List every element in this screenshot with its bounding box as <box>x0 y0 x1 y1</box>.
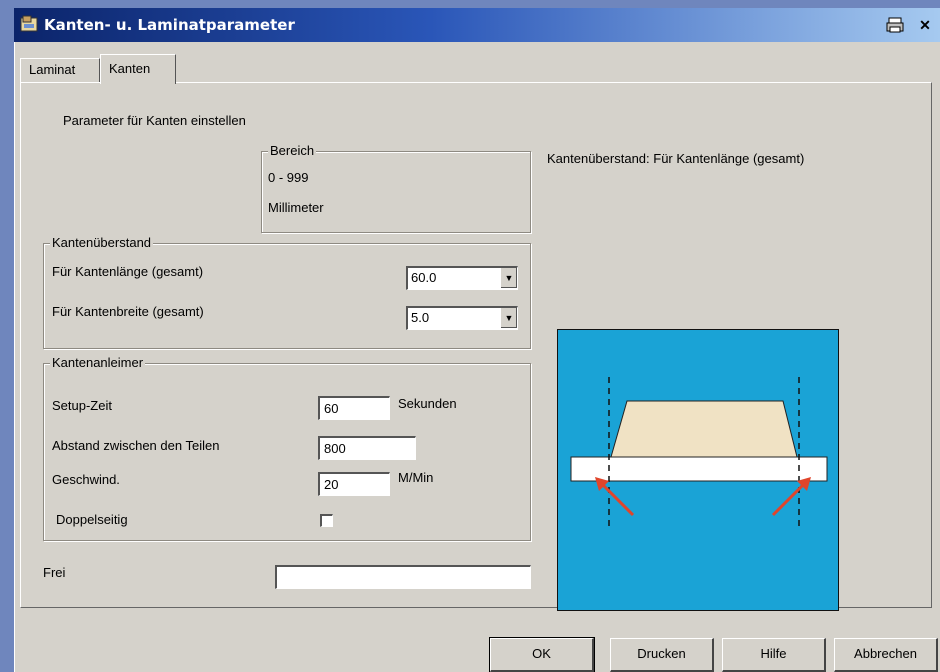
tab-laminat[interactable]: Laminat <box>20 58 100 82</box>
abbrechen-button[interactable]: Abbrechen <box>834 638 938 672</box>
kantenlaenge-label: Für Kantenlänge (gesamt) <box>52 264 204 279</box>
window-title: Kanten- u. Laminatparameter <box>44 16 295 34</box>
tab-kanten[interactable]: Kanten <box>100 54 176 84</box>
title-bar[interactable]: Kanten- u. Laminatparameter ✕ <box>14 8 940 42</box>
chevron-down-icon[interactable]: ▼ <box>500 308 517 328</box>
app-icon <box>20 15 38 32</box>
kantenbreite-select[interactable]: 5.0 ▼ <box>406 306 518 330</box>
illustration-caption: Kantenüberstand: Für Kantenlänge (gesamt… <box>547 151 805 166</box>
setup-zeit-input[interactable]: 60 <box>318 396 390 420</box>
close-icon[interactable]: ✕ <box>916 16 934 34</box>
bereich-unit: Millimeter <box>268 200 324 215</box>
kantenbreite-label: Für Kantenbreite (gesamt) <box>52 304 204 319</box>
frei-label: Frei <box>43 565 66 580</box>
geschwind-input[interactable]: 20 <box>318 472 390 496</box>
kantenanleimer-legend: Kantenanleimer <box>50 355 146 370</box>
kantenlaenge-value: 60.0 <box>411 270 437 285</box>
geschwind-unit: M/Min <box>398 470 434 485</box>
kantenueberstand-legend: Kantenüberstand <box>50 235 154 250</box>
panel-heading: Parameter für Kanten einstellen <box>63 113 246 128</box>
bereich-group: Bereich 0 - 999 Millimeter <box>261 143 531 233</box>
abstand-label: Abstand zwischen den Teilen <box>52 438 220 453</box>
doppelseitig-checkbox[interactable] <box>320 514 333 527</box>
dialog-window: Kanten- u. Laminatparameter ✕ Laminat Ka… <box>14 8 940 672</box>
setup-zeit-label: Setup-Zeit <box>52 398 112 413</box>
tab-laminat-label: Laminat <box>29 62 76 77</box>
bereich-range: 0 - 999 <box>268 170 309 185</box>
edge-overhang-illustration <box>557 329 839 611</box>
print-icon[interactable] <box>886 16 904 34</box>
tab-panel-kanten: Parameter für Kanten einstellen Bereich … <box>20 82 932 611</box>
abstand-input[interactable]: 800 <box>318 436 416 460</box>
doppelseitig-label: Doppelseitig <box>56 512 128 527</box>
setup-zeit-unit: Sekunden <box>398 396 457 411</box>
bereich-legend: Bereich <box>268 143 317 158</box>
drucken-button[interactable]: Drucken <box>610 638 714 672</box>
tab-kanten-label: Kanten <box>109 61 151 76</box>
geschwind-label: Geschwind. <box>52 472 120 487</box>
hilfe-button[interactable]: Hilfe <box>722 638 826 672</box>
ok-button[interactable]: OK <box>489 637 595 672</box>
board-shape <box>610 400 798 458</box>
frei-input[interactable] <box>275 565 531 589</box>
kantenlaenge-select[interactable]: 60.0 ▼ <box>406 266 518 290</box>
chevron-down-icon[interactable]: ▼ <box>500 268 517 288</box>
kantenanleimer-group: Kantenanleimer Setup-Zeit 60 Sekunden Ab… <box>43 355 531 541</box>
kantenbreite-value: 5.0 <box>411 310 430 325</box>
kantenueberstand-group: Kantenüberstand Für Kantenlänge (gesamt)… <box>43 235 531 349</box>
